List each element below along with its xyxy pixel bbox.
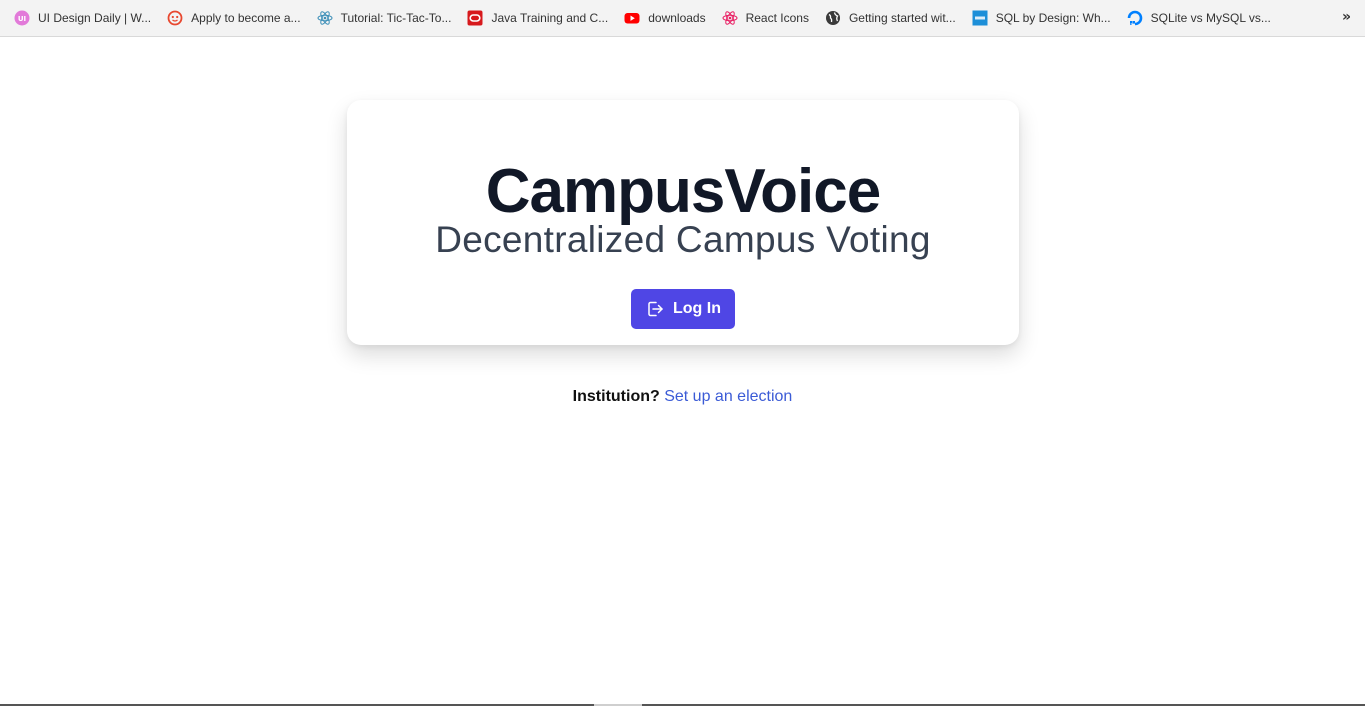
- smiley-face-icon: [167, 10, 183, 26]
- bookmark-label: UI Design Daily | W...: [38, 11, 152, 25]
- ui-design-daily-icon: UI: [14, 10, 30, 26]
- react-icons-icon: [722, 10, 738, 26]
- login-button-label: Log In: [673, 300, 721, 317]
- institution-label: Institution?: [572, 388, 660, 405]
- chevron-double-right-icon[interactable]: »: [1342, 9, 1351, 25]
- bookmark-java-training[interactable]: Java Training and C...: [467, 6, 608, 30]
- globe-icon: [825, 10, 841, 26]
- bookmarks-bar: UI UI Design Daily | W... Apply to becom…: [0, 0, 1365, 37]
- app-subtitle: Decentralized Campus Voting: [435, 219, 931, 260]
- bookmark-apply[interactable]: Apply to become a...: [167, 6, 301, 30]
- sign-in-icon: [645, 299, 665, 319]
- bookmark-label: Apply to become a...: [191, 11, 301, 25]
- youtube-icon: [624, 10, 640, 26]
- institution-prompt: Institution? Set up an election: [0, 388, 1365, 406]
- oracle-icon: [467, 10, 483, 26]
- bookmark-label: Java Training and C...: [491, 11, 609, 25]
- bookmark-label: Getting started wit...: [848, 11, 956, 25]
- bookmark-label: React Icons: [745, 11, 809, 25]
- bookmark-label: downloads: [648, 11, 706, 25]
- bookmark-react-icons[interactable]: React Icons: [722, 6, 809, 30]
- setup-election-link[interactable]: Set up an election: [664, 388, 792, 405]
- login-card: CampusVoice Decentralized Campus Voting …: [347, 100, 1019, 345]
- itpro-icon: [972, 10, 988, 26]
- bookmark-sqlite-vs-mysql[interactable]: SQLite vs MySQL vs...: [1127, 6, 1271, 30]
- react-atom-icon: [317, 10, 333, 26]
- svg-text:UI: UI: [18, 15, 26, 23]
- bookmark-getting-started[interactable]: Getting started wit...: [825, 6, 956, 30]
- login-button[interactable]: Log In: [631, 289, 735, 329]
- bookmark-label: SQL by Design: Wh...: [995, 11, 1111, 25]
- digitalocean-icon: [1127, 10, 1143, 26]
- bookmark-downloads[interactable]: downloads: [624, 6, 706, 30]
- bookmark-ui-design-daily[interactable]: UI UI Design Daily | W...: [14, 6, 151, 30]
- bookmark-label: Tutorial: Tic-Tac-To...: [340, 11, 452, 25]
- bookmark-sql-by-design[interactable]: SQL by Design: Wh...: [972, 6, 1111, 30]
- bookmark-tutorial[interactable]: Tutorial: Tic-Tac-To...: [317, 6, 452, 30]
- bookmark-label: SQLite vs MySQL vs...: [1150, 11, 1271, 25]
